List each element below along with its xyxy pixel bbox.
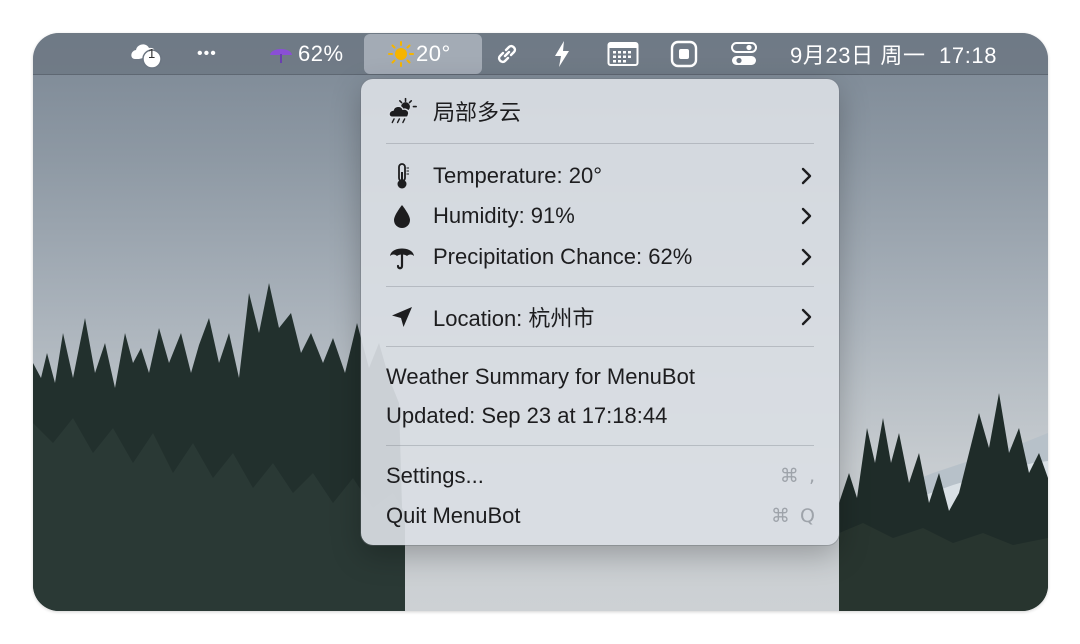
- menu-item-humidity[interactable]: Humidity: 91%: [361, 197, 839, 235]
- condition-row: 局部多云: [361, 92, 839, 130]
- clock[interactable]: 9月23日 周一 17:18: [790, 33, 997, 75]
- cloud-badge-icon: [131, 44, 162, 69]
- umbrella-icon: [270, 49, 292, 63]
- umbrella-icon: [387, 242, 417, 272]
- separator: [386, 143, 814, 144]
- humidity-label: Humidity: 91%: [433, 203, 575, 228]
- quit-label: Quit MenuBot: [386, 503, 521, 528]
- weather-dropdown-menu: 局部多云 Temperature: 20° Humidity: 91% Prec…: [361, 79, 839, 545]
- control-center-button[interactable]: [730, 33, 760, 75]
- precipitation-value: 62%: [298, 41, 344, 66]
- temperature-label: Temperature: 20°: [433, 163, 602, 188]
- sun-icon: [388, 41, 414, 67]
- bolt-icon: [555, 41, 569, 67]
- separator: [386, 346, 814, 347]
- precipitation-label: Precipitation Chance: 62%: [433, 244, 693, 269]
- bolt-button[interactable]: [552, 33, 576, 75]
- menu-bar: 1 ••• 62% 20° 9月23日 周一 17:18: [33, 33, 1048, 75]
- chevron-right-icon: [801, 167, 812, 185]
- menu-item-temperature[interactable]: Temperature: 20°: [361, 157, 839, 195]
- menu-item-location[interactable]: Location: 杭州市: [361, 298, 839, 336]
- menu-item-settings[interactable]: Settings... ⌘ ,: [361, 457, 839, 495]
- partly-cloudy-icon: [387, 96, 417, 126]
- precipitation-status[interactable]: 62%: [268, 33, 354, 75]
- cloud-badge-count: 1: [148, 46, 156, 61]
- more-icon: •••: [197, 45, 217, 62]
- separator: [386, 286, 814, 287]
- condition-label: 局部多云: [433, 100, 522, 125]
- more-button[interactable]: •••: [197, 33, 233, 75]
- link-button[interactable]: [494, 33, 522, 75]
- updated-label: Updated: Sep 23 at 17:18:44: [386, 403, 668, 428]
- settings-shortcut: ⌘ ,: [779, 465, 817, 487]
- calendar-button[interactable]: [607, 33, 641, 75]
- stop-button[interactable]: [670, 33, 700, 75]
- menu-item-precipitation[interactable]: Precipitation Chance: 62%: [361, 238, 839, 276]
- location-label: Location: 杭州市: [433, 306, 595, 331]
- calendar-grid-icon: [607, 42, 639, 66]
- separator: [386, 445, 814, 446]
- link-icon: [497, 44, 517, 64]
- thermometer-icon: [387, 161, 417, 191]
- stop-square-icon: [670, 40, 698, 68]
- summary-row: Weather Summary for MenuBot: [361, 358, 839, 396]
- cloud-badge-button[interactable]: 1: [127, 33, 167, 75]
- date-time: 9月23日 周一 17:18: [790, 43, 998, 68]
- chevron-right-icon: [801, 308, 812, 326]
- toggle-icon: [731, 42, 757, 65]
- updated-row: Updated: Sep 23 at 17:18:44: [361, 397, 839, 435]
- chevron-right-icon: [801, 207, 812, 225]
- location-arrow-icon: [387, 302, 417, 332]
- weather-status-item[interactable]: 20°: [364, 34, 482, 74]
- drop-icon: [387, 201, 417, 231]
- summary-label: Weather Summary for MenuBot: [386, 364, 695, 389]
- settings-label: Settings...: [386, 463, 484, 488]
- chevron-right-icon: [801, 248, 812, 266]
- quit-shortcut: ⌘ Q: [771, 505, 817, 527]
- temperature-value: 20°: [416, 41, 451, 66]
- menu-item-quit[interactable]: Quit MenuBot ⌘ Q: [361, 497, 839, 535]
